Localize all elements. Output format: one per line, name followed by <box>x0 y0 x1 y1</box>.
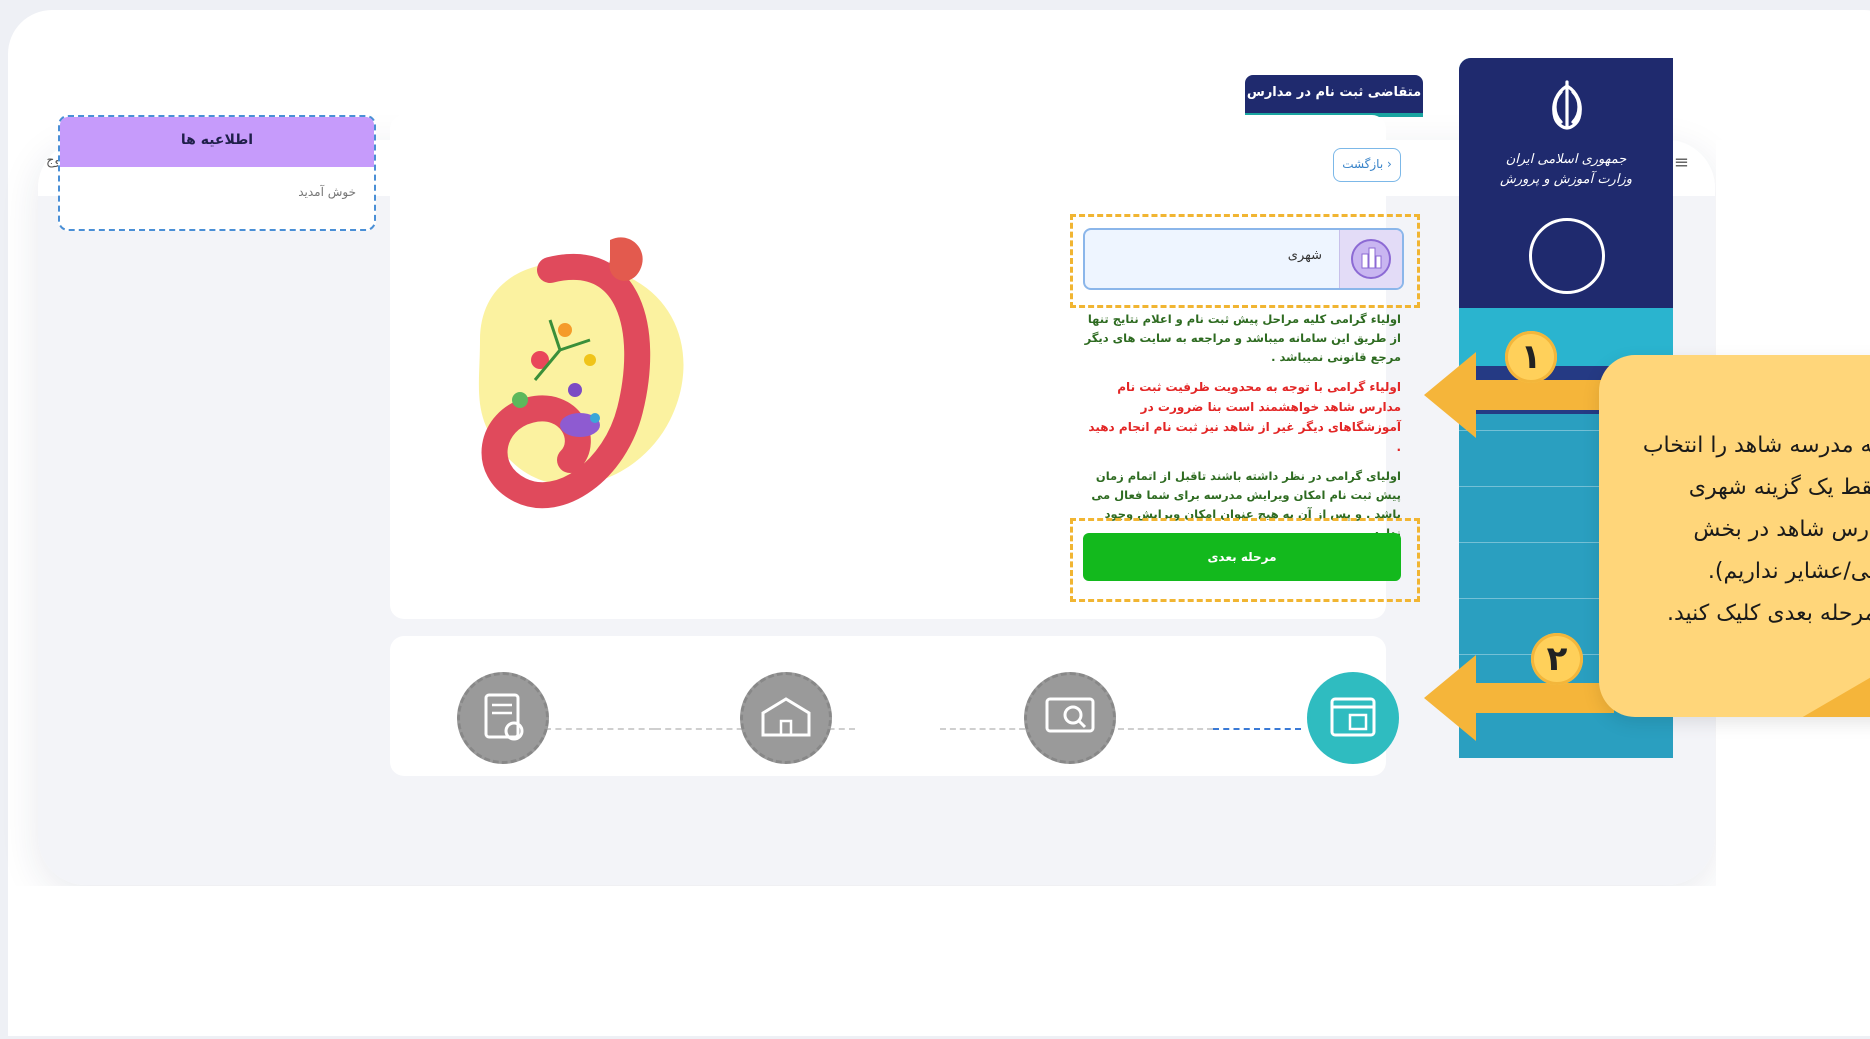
sidebar-title-line1: جمهوری اسلامی ایران <box>1505 152 1627 167</box>
note-text: اولیاء گرامی کلیه مراحل پیش ثبت نام و اع… <box>1084 312 1401 364</box>
back-button[interactable]: ‹ بازگشت <box>1333 148 1401 182</box>
step-connector-active <box>1213 728 1301 730</box>
callout-line: مه مرحله بعدی کلیک کنید. <box>1666 601 1870 626</box>
school-building-icon <box>761 697 811 737</box>
callout-line: (مدارس شاهد در بخش <box>1693 517 1870 542</box>
avatar <box>1529 218 1605 294</box>
menu-icon[interactable]: ≡ <box>1674 152 1689 173</box>
city-icon <box>1339 230 1402 288</box>
callout-line: ی که مدرسه شاهد را انتخاب <box>1642 433 1870 458</box>
notice-title: اطلاعیه ها <box>60 117 374 167</box>
sidebar-title-line2: وزارت آموزش و پرورش <box>1499 172 1632 187</box>
sidebar-title: جمهوری اسلامی ایران وزارت آموزش و پرورش <box>1479 150 1653 190</box>
page-title: متقاضی ثبت نام در مدارس <box>1245 75 1423 117</box>
arrow-left-icon <box>1424 655 1614 741</box>
notice-body: خوش آمدید <box>298 185 356 199</box>
step-document-check-icon <box>457 672 549 764</box>
city-icon-graphic <box>1351 239 1391 279</box>
callout-line: د. فقط یک گزینه شهری <box>1688 475 1870 500</box>
notes: اولیاء گرامی کلیه مراحل پیش ثبت نام و اع… <box>1083 310 1401 553</box>
select-value: شهری <box>1287 248 1322 263</box>
callout-text: ی که مدرسه شاهد را انتخاب د. فقط یک گزین… <box>1599 425 1870 635</box>
instruction-callout: ی که مدرسه شاهد را انتخاب د. فقط یک گزین… <box>1599 355 1870 717</box>
iran-emblem-icon <box>1552 80 1582 130</box>
document-check-icon <box>484 693 524 741</box>
next-step-button[interactable]: مرحله بعدی <box>1083 533 1401 581</box>
callout-line: ستایی/عشایر نداریم). <box>1707 559 1870 584</box>
back-label: بازگشت <box>1342 157 1384 171</box>
step-number-badge: ۲ <box>1531 633 1583 685</box>
step-number-badge: ۱ <box>1505 331 1557 383</box>
step-connector <box>545 728 655 730</box>
step-search-screen-icon <box>1024 672 1116 764</box>
search-screen-icon <box>1045 697 1095 733</box>
school-type-select[interactable]: شهری <box>1083 228 1404 290</box>
warning-text: اولیاء گرامی با توجه به محدویت ظرفیت ثبت… <box>1088 380 1401 454</box>
callout-corner <box>1789 655 1870 717</box>
decorative-illustration <box>478 237 684 509</box>
step-school-building-icon <box>740 672 832 764</box>
notice-card: اطلاعیه ها خوش آمدید <box>58 115 376 231</box>
step-browser-form-icon <box>1307 672 1399 764</box>
chevron-left-icon: ‹ <box>1383 157 1392 171</box>
page-bottom <box>8 886 1870 1036</box>
browser-form-icon <box>1330 697 1376 737</box>
